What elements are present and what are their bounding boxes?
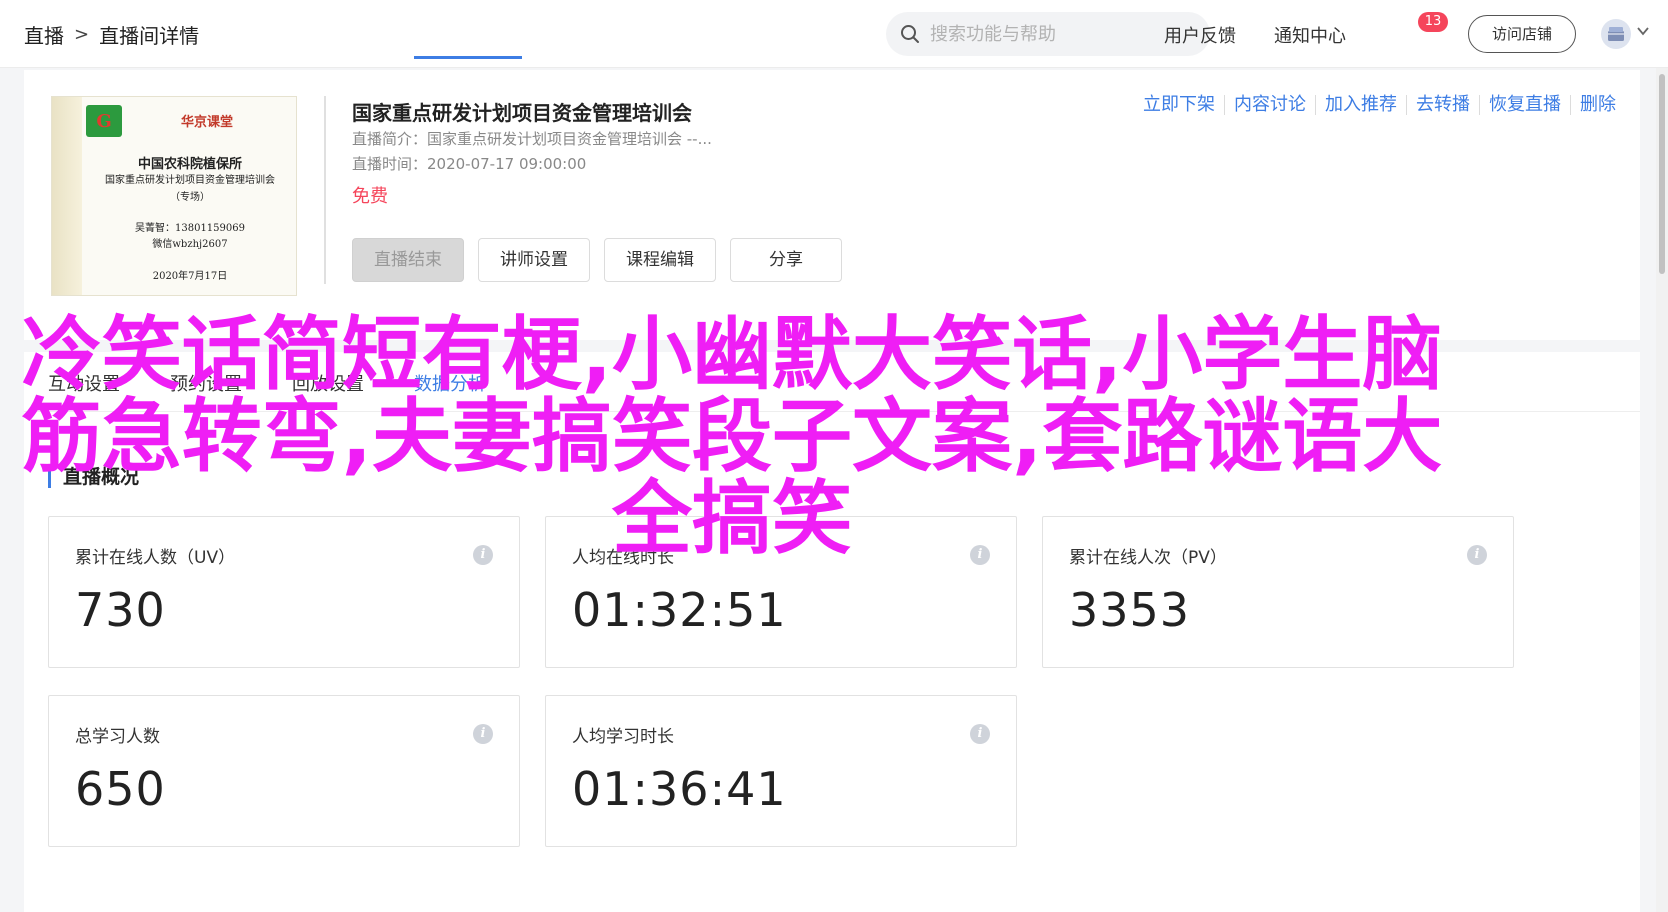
rebroadcast-link[interactable]: 去转播: [1407, 95, 1480, 115]
search-box[interactable]: [886, 12, 1210, 56]
cover-type: （专场）: [170, 192, 210, 203]
stat-card-total-learners: 总学习人数 i 650: [48, 695, 520, 847]
info-icon[interactable]: i: [970, 724, 990, 744]
live-overview-section: 直播概况 累计在线人数（UV） i 730 人均在线时长 i 01:32:51 …: [24, 412, 1640, 912]
course-actions: 立即下架 内容讨论 加入推荐 去转播 恢复直播 删除: [1134, 95, 1616, 115]
stat-card-avg-learning-time: 人均学习时长 i 01:36:41: [545, 695, 1017, 847]
cover-logo: G: [86, 105, 122, 137]
course-info-card: G 华京课堂 中国农科院植保所 国家重点研发计划项目资金管理培训会 （专场） 吴…: [24, 70, 1640, 340]
cover-date: 2020年7月17日: [152, 271, 228, 282]
cover-brand: 华京课堂: [180, 115, 233, 130]
top-header: 直播 > 直播间详情 用户反馈 通知中心 13 访问店铺: [0, 0, 1668, 68]
stat-card-avg-online-time: 人均在线时长 i 01:32:51: [545, 516, 1017, 668]
stat-label: 人均在线时长: [572, 548, 674, 568]
stat-card-pv: 累计在线人次（PV） i 3353: [1042, 516, 1514, 668]
stat-label: 累计在线人次（PV）: [1069, 548, 1227, 568]
tab-reservation-settings[interactable]: 预约设置: [170, 370, 242, 396]
delete-link[interactable]: 删除: [1571, 95, 1616, 115]
stat-card-uv: 累计在线人数（UV） i 730: [48, 516, 520, 668]
course-time: 直播时间：2020-07-17 09:00:00: [352, 155, 587, 173]
tab-interaction-settings[interactable]: 互动设置: [48, 370, 120, 396]
stat-label: 人均学习时长: [572, 727, 674, 747]
resume-live-link[interactable]: 恢复直播: [1480, 95, 1571, 115]
user-feedback-link[interactable]: 用户反馈: [1164, 22, 1236, 48]
chevron-down-icon[interactable]: [1636, 24, 1650, 38]
breadcrumb-separator: >: [74, 24, 90, 45]
store-icon: [1608, 27, 1624, 41]
course-price: 免费: [352, 186, 388, 207]
course-edit-button[interactable]: 课程编辑: [604, 238, 716, 282]
cover-binding-strip: [52, 97, 82, 295]
add-recommend-link[interactable]: 加入推荐: [1316, 95, 1407, 115]
info-icon[interactable]: i: [1467, 545, 1487, 565]
content-discussion-link[interactable]: 内容讨论: [1225, 95, 1316, 115]
cover-contact: 吴菁智：13801159069: [135, 223, 245, 234]
info-icon[interactable]: i: [473, 545, 493, 565]
overview-title: 直播概况: [48, 466, 139, 488]
stat-value: 730: [75, 583, 166, 637]
cover-org: 中国农科院植保所: [137, 157, 242, 172]
stat-value: 01:32:51: [572, 583, 787, 637]
notification-badge: 13: [1418, 12, 1448, 32]
cover-wechat: 微信wbzhj2607: [152, 239, 228, 250]
tab-bar: 互动设置 预约设置 回放设置 数据分析: [24, 352, 1640, 412]
breadcrumb-live[interactable]: 直播: [24, 20, 64, 49]
notification-center-link[interactable]: 通知中心: [1274, 22, 1346, 48]
avatar[interactable]: [1601, 19, 1631, 49]
stat-label: 累计在线人数（UV）: [75, 548, 236, 568]
breadcrumb: 直播 > 直播间详情: [24, 20, 199, 49]
live-ended-button[interactable]: 直播结束: [352, 238, 464, 282]
breadcrumb-live-room-detail: 直播间详情: [99, 24, 200, 48]
page-scrollbar[interactable]: [1656, 68, 1668, 912]
visit-store-button[interactable]: 访问店铺: [1468, 15, 1576, 53]
take-offline-link[interactable]: 立即下架: [1134, 95, 1225, 115]
active-tab-indicator: [414, 56, 522, 59]
search-icon: [901, 25, 919, 43]
tab-playback-settings[interactable]: 回放设置: [292, 370, 364, 396]
stat-value: 3353: [1069, 583, 1191, 637]
divider: [324, 96, 326, 284]
course-cover-image: G 华京课堂 中国农科院植保所 国家重点研发计划项目资金管理培训会 （专场） 吴…: [51, 96, 297, 296]
stat-value: 01:36:41: [572, 762, 787, 816]
scrollbar-thumb[interactable]: [1659, 74, 1665, 274]
lecturer-settings-button[interactable]: 讲师设置: [478, 238, 590, 282]
search-input[interactable]: [930, 23, 1190, 45]
cover-subject: 国家重点研发计划项目资金管理培训会: [105, 175, 275, 186]
tab-data-analysis[interactable]: 数据分析: [414, 370, 486, 396]
stat-label: 总学习人数: [75, 727, 160, 747]
course-button-row: 直播结束 讲师设置 课程编辑 分享: [352, 238, 842, 282]
info-icon[interactable]: i: [473, 724, 493, 744]
share-button[interactable]: 分享: [730, 238, 842, 282]
course-intro: 直播简介：国家重点研发计划项目资金管理培训会 --...: [352, 130, 712, 148]
course-title: 国家重点研发计划项目资金管理培训会: [352, 101, 692, 125]
info-icon[interactable]: i: [970, 545, 990, 565]
stat-value: 650: [75, 762, 166, 816]
